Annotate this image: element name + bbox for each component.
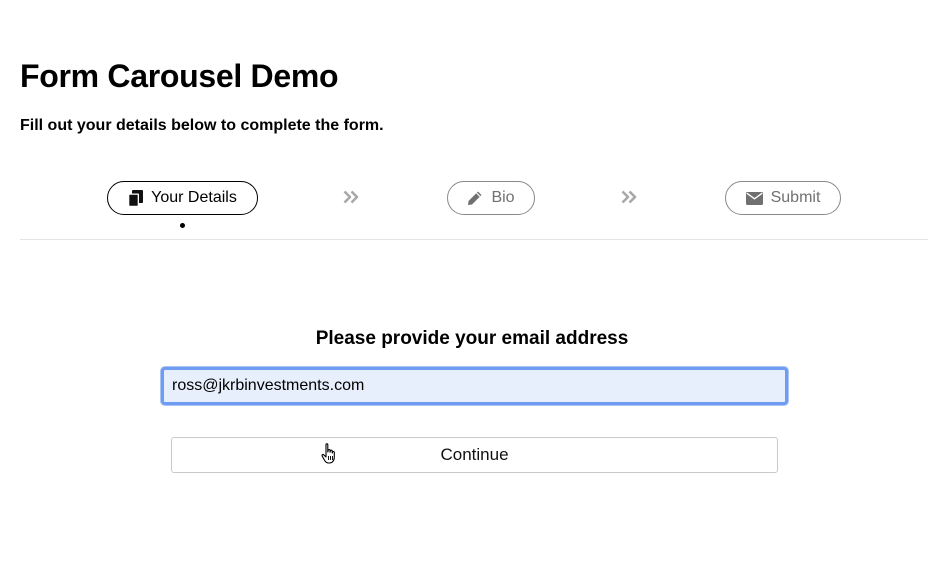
double-chevron-right-icon (343, 190, 360, 209)
step-submit[interactable]: Submit (725, 181, 841, 215)
step-label: Bio (491, 189, 515, 206)
step-your-details[interactable]: Your Details (107, 181, 258, 215)
step-label: Submit (770, 189, 821, 206)
divider (20, 239, 928, 240)
active-step-dot (180, 223, 185, 228)
envelope-icon (745, 191, 763, 205)
email-prompt: Please provide your email address (315, 328, 629, 349)
continue-button[interactable]: Continue (171, 437, 778, 473)
pencil-icon (467, 190, 483, 206)
page-subtitle: Fill out your details below to complete … (20, 117, 384, 134)
hand-cursor-icon (320, 443, 340, 470)
step-label: Your Details (151, 189, 237, 206)
copy-icon (128, 189, 144, 207)
email-field[interactable] (161, 367, 788, 405)
step-indicator: Your Details Bio Submit (0, 181, 944, 231)
page-title: Form Carousel Demo (20, 58, 339, 94)
step-bio[interactable]: Bio (447, 181, 535, 215)
form-carousel-page: Form Carousel Demo Fill out your details… (0, 0, 944, 574)
double-chevron-right-icon (621, 190, 638, 209)
